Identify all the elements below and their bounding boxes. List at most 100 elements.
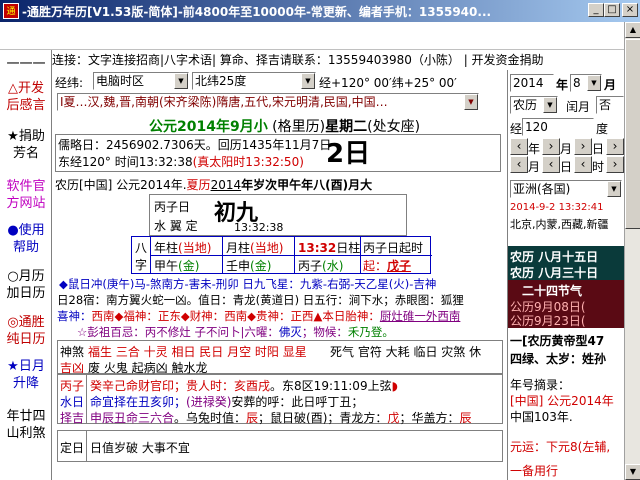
- scroll-up-button[interactable]: ▲: [625, 22, 640, 38]
- leap-select[interactable]: 否: [596, 96, 624, 114]
- main-panel: 经纬: 电脑时区 ▼ 北纬25度 ▼ 经+120° 00′纬+25° 00′ Ⅰ…: [53, 70, 505, 480]
- prev-hour-button[interactable]: ‹: [574, 156, 592, 173]
- info-fu: 西南◆福神：: [91, 309, 158, 323]
- dynasty-select[interactable]: Ⅰ夏…汉,魏,晋,南朝(宋齐梁陈)隋唐,五代,宋元明清,民国,中国… ▼: [57, 93, 479, 111]
- chevron-down-icon: ▼: [174, 73, 188, 89]
- sidebar-item-help[interactable]: ●使用帮助: [2, 222, 50, 256]
- region-value: 亚洲(各国): [513, 182, 571, 196]
- bazi-month-label: 月柱: [226, 241, 251, 255]
- lunar-year: 2014: [210, 178, 242, 192]
- title-bar: 通胜 -通胜万年历[V1.53版-简体]-前4800年至10000年-常更新、编…: [0, 0, 640, 33]
- hours-r3c: 辰: [246, 411, 259, 425]
- prev-year-button[interactable]: ‹: [510, 138, 528, 155]
- hours-label-1: 丙子: [60, 379, 85, 393]
- sidebar-item-month-calendar[interactable]: ○月历加日历: [2, 268, 50, 302]
- year-input[interactable]: 2014: [510, 74, 554, 92]
- info-line-1: ◆鼠日冲(庚午)马-煞南方-害未-刑卯 日九飞星：九紫-右弼-天乙星(火)-吉神: [59, 277, 437, 291]
- latitude-select[interactable]: 北纬25度 ▼: [192, 72, 316, 90]
- yuanyun-line: 元运：下元8(左辅,: [510, 440, 611, 454]
- longitude-label: 经纬:: [55, 76, 84, 90]
- info-gui: 西南◆贵神：: [224, 309, 291, 323]
- lunar-prefix: 农历[中国] 公元2014年.: [55, 178, 187, 192]
- main-content: 一一一 △开发后感言 ★捐助芳名 软件官方网站 ●使用帮助 ○月历加日历 ◎通胜…: [0, 22, 624, 480]
- hours-r3b: 。乌兔时值：: [174, 411, 247, 425]
- chevron-down-icon: ▼: [543, 97, 557, 113]
- next-hour-button[interactable]: ›: [606, 156, 624, 173]
- sidebar-item-dev-notes[interactable]: △开发后感言: [2, 80, 50, 114]
- info-line-3: 喜神：西南◆福神：正东◆财神：西南◆贵神：正西▲本日胎神：厨灶碓一外西南: [57, 308, 460, 324]
- hours-r2a: 命宜择在丑亥卯；: [90, 395, 187, 409]
- bazi-side-1: 八: [135, 241, 148, 255]
- chevron-down-icon: ▼: [464, 94, 478, 110]
- sidebar-item-sun-moon[interactable]: ★日月升降: [2, 358, 50, 392]
- hours-box: 丙子 水日 择吉 癸辛己命财官印；贵人时：亥酉戌。东8区19:11:09上弦◗ …: [57, 374, 503, 426]
- info-line-2: 日28宿：南方翼火蛇一凶。值日：青龙(黄道日) 日五行：涧下水；赤眼图：狐狸: [57, 293, 464, 307]
- bazi-day-element: (水): [322, 259, 344, 273]
- bazi-month-note: (当地): [250, 241, 284, 255]
- hours-row-1: 癸辛己命财官印；贵人时：亥酉戌。东8区19:11:09上弦◗: [90, 377, 398, 394]
- app-icon[interactable]: 通胜: [3, 3, 19, 33]
- dark-line-1: 农历 八月十五日: [510, 250, 599, 264]
- term-title: 二十四节气: [522, 284, 583, 298]
- hours-r3f: ；华盖方：: [399, 411, 460, 425]
- info-pengzu: ☆彭祖百忌：丙不修灶 子不问卜|六曜：: [77, 325, 279, 339]
- hours-r3d: ；鼠日破(酉)；青龙方：: [258, 411, 388, 425]
- solar-date: 公元2014年9月小: [149, 119, 268, 135]
- month-select[interactable]: 8 ▼: [570, 74, 602, 92]
- scroll-down-button[interactable]: ▼: [625, 464, 640, 480]
- hours-label-3: 择吉: [60, 411, 85, 425]
- coord-readout: 经+120° 00′纬+25° 00′: [319, 76, 457, 90]
- bazi-year-label: 年柱: [154, 241, 179, 255]
- dingri-text: 日值岁破 大事不宜: [90, 441, 190, 455]
- hours-r1c: 亥酉戌: [234, 379, 271, 393]
- info-tai: 正西▲本日胎神：: [290, 309, 380, 323]
- timezone-select[interactable]: 电脑时区 ▼: [93, 72, 189, 90]
- sidebar-item-official-site[interactable]: 软件官方网站: [2, 178, 50, 212]
- latitude-value: 北纬25度: [195, 74, 247, 88]
- lunar-year-rest: 年岁次甲午年八(酉)月大: [241, 178, 373, 192]
- hours-row-3: 申辰丑命三六合。乌兔时值：辰；鼠日破(酉)；青龙方：戊；华盖方：辰: [90, 409, 471, 426]
- sidebar-item-pure-calendar[interactable]: ◎通胜纯日历: [2, 314, 50, 348]
- nav-month-label-2: 月: [528, 160, 541, 174]
- vertical-scrollbar[interactable]: ▲ ▼: [624, 22, 640, 480]
- longitude-short-label: 经: [510, 122, 523, 136]
- calendar-type-select[interactable]: 农历 ▼: [510, 96, 558, 114]
- shensha-label: 神煞: [60, 345, 85, 359]
- hours-label-2: 水日: [60, 395, 85, 409]
- bazi-month-pillar: 壬申: [226, 259, 251, 273]
- right-panel: 2014 年 8 ▼ 月 农历 ▼ 闰月 否 经 120 度 ‹ 年 › 月 ›…: [507, 70, 624, 480]
- region-select[interactable]: 亚洲(各国) ▼: [510, 180, 622, 198]
- longitude-input[interactable]: 120: [522, 118, 594, 136]
- link-bar[interactable]: 连接：文字连接招商|八字术语| 算命、择吉请联系：13559403980（小陈）…: [0, 50, 624, 70]
- year-note-2: 中国103年.: [510, 410, 573, 424]
- bazi-hour-bottom: 起：戊子: [363, 257, 411, 274]
- term-line-2: 公历9月23日(: [510, 314, 586, 328]
- place-line: 北京,内蒙,西藏,新疆: [510, 218, 609, 231]
- close-button[interactable]: ×: [622, 3, 638, 17]
- maximize-button[interactable]: □: [604, 3, 620, 17]
- day-label: 丙子日: [154, 200, 191, 214]
- bazi-year-note: (当地): [178, 241, 212, 255]
- year-note: [中国] 公元2014年: [510, 394, 614, 408]
- info-liuyao: 佛灭: [278, 325, 302, 339]
- bazi-day-bottom: 丙子(水): [298, 257, 343, 274]
- bazi-day-top: 13:32日柱: [298, 239, 360, 256]
- solar-term-panel: 二十四节气 公历9月08日( 公历9月23日(: [508, 280, 624, 328]
- prev-month-button[interactable]: ‹: [510, 156, 528, 173]
- sidebar-item-24-mountains[interactable]: 年廿四山利煞: [2, 408, 50, 442]
- bazi-table: 八 字 年柱(当地) 甲午(金) 月柱(当地) 壬申(金) 13:32日柱 丙子…: [131, 236, 432, 274]
- scroll-thumb[interactable]: [625, 39, 640, 229]
- next-day-button[interactable]: ›: [606, 138, 624, 155]
- huangdi-line: 一[农历黄帝型47: [510, 334, 605, 348]
- sidebar-item-donors[interactable]: ★捐助芳名: [2, 128, 50, 162]
- beiyong-line: 一备用行: [510, 464, 559, 478]
- shensha-good: 福生 三合 十灵 相日 民日 月空 时阳 显星: [88, 345, 307, 359]
- datetime-line: 2014-9-2 13:32:41: [510, 202, 604, 213]
- minimize-button[interactable]: _: [588, 3, 604, 17]
- next-month-button[interactable]: ›: [574, 138, 592, 155]
- julian-day: 儒略日：2456902.7306天。回历1435年11月7日: [58, 138, 332, 152]
- dingri-box: 定日 日值岁破 大事不宜: [57, 430, 503, 462]
- degree-label: 度: [596, 122, 609, 136]
- prev-day-button[interactable]: ‹: [542, 156, 560, 173]
- next-year-button[interactable]: ›: [542, 138, 560, 155]
